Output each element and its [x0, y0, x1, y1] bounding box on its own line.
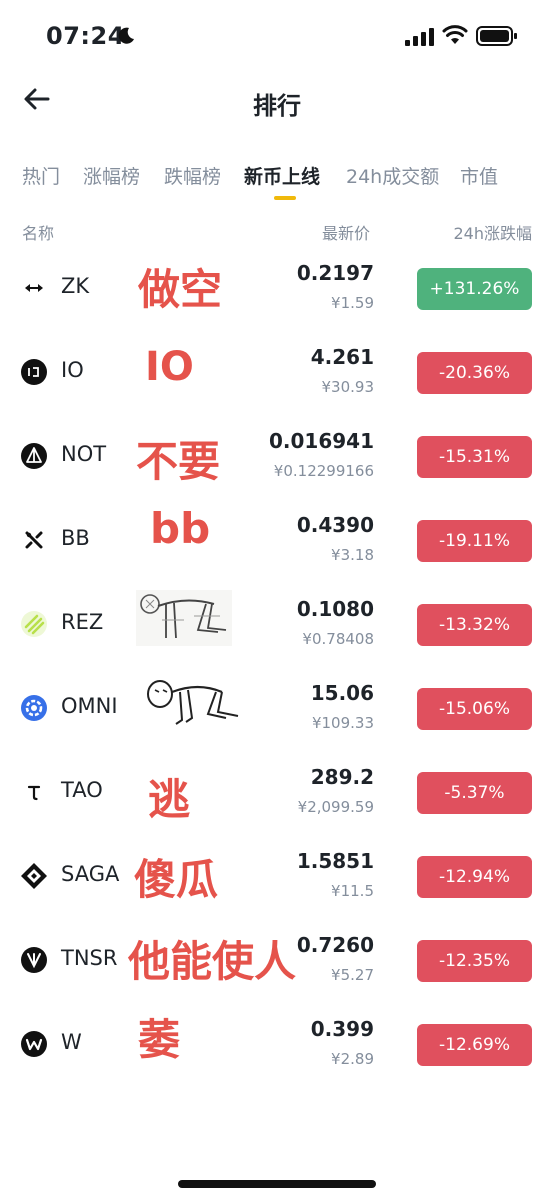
- nav-bar: 排行: [0, 70, 554, 130]
- annotation-io: IO: [145, 344, 194, 390]
- kneeling-figure-sketch-icon: [136, 590, 232, 646]
- column-header-change[interactable]: 24h涨跌幅: [453, 220, 532, 244]
- last-price: 0.1080: [296, 597, 374, 621]
- last-price: 15.06: [310, 681, 374, 705]
- annotation-escape: 逃: [148, 775, 191, 824]
- list-item-omni[interactable]: OMNI 15.06 ¥109.33 -15.06%: [0, 670, 554, 754]
- change-badge[interactable]: +131.26%: [417, 268, 532, 310]
- list-item-tao[interactable]: TAO 289.2 ¥2,099.59 -5.37%: [0, 754, 554, 838]
- change-badge[interactable]: -5.37%: [417, 772, 532, 814]
- list-item-not[interactable]: NOT 0.016941 ¥0.12299166 -15.31%: [0, 418, 554, 502]
- change-badge[interactable]: -12.35%: [417, 940, 532, 982]
- last-price: 0.016941: [268, 429, 374, 453]
- last-price: 0.399: [310, 1017, 374, 1041]
- tab-market-cap[interactable]: 市值: [460, 162, 498, 189]
- w-coin-icon: [21, 1031, 47, 1057]
- list-item-w[interactable]: W 0.399 ¥2.89 -12.69%: [0, 1006, 554, 1090]
- signal-icon: [405, 28, 434, 46]
- annotation-bb: bb: [150, 504, 211, 553]
- coin-symbol: TNSR: [61, 946, 118, 970]
- status-time: 07:24: [46, 22, 125, 50]
- annotation-short: 做空: [138, 265, 223, 314]
- tao-coin-icon: [27, 785, 41, 801]
- change-badge[interactable]: -12.94%: [417, 856, 532, 898]
- bb-coin-icon: [25, 531, 43, 549]
- column-header-price[interactable]: 最新价: [322, 220, 370, 244]
- page-title: 排行: [253, 92, 301, 120]
- coin-symbol: NOT: [61, 442, 107, 466]
- ranking-tabs: 热门 涨幅榜 跌幅榜 新币上线 24h成交额 市值: [0, 150, 554, 206]
- status-bar: 07:24: [0, 0, 554, 70]
- change-badge[interactable]: -19.11%: [417, 520, 532, 562]
- change-badge[interactable]: -15.06%: [417, 688, 532, 730]
- tab-new-listings[interactable]: 新币上线: [244, 162, 320, 189]
- price-cny: ¥0.78408: [302, 630, 374, 648]
- list-item-saga[interactable]: SAGA 1.5851 ¥11.5 -12.94%: [0, 838, 554, 922]
- coin-symbol: TAO: [61, 778, 103, 802]
- price-cny: ¥5.27: [331, 966, 374, 984]
- coin-symbol: BB: [61, 526, 90, 550]
- coin-symbol: REZ: [61, 610, 104, 634]
- last-price: 0.4390: [296, 513, 374, 537]
- price-cny: ¥2,099.59: [297, 798, 374, 816]
- annotation-wither: 萎: [138, 1015, 181, 1064]
- column-headers: 名称 最新价 24h涨跌幅: [0, 218, 554, 244]
- zk-coin-icon: [25, 284, 43, 292]
- list-item-zk[interactable]: ZK 0.2197 ¥1.59 +131.26%: [0, 250, 554, 334]
- crawling-figure-sketch-icon: [147, 680, 239, 725]
- wifi-icon: [442, 25, 468, 44]
- change-badge[interactable]: -20.36%: [417, 352, 532, 394]
- list-item-io[interactable]: IO 4.261 ¥30.93 -20.36%: [0, 334, 554, 418]
- column-header-name[interactable]: 名称: [22, 220, 54, 244]
- tab-24h-volume[interactable]: 24h成交额: [346, 162, 439, 189]
- price-cny: ¥30.93: [321, 378, 375, 396]
- list-item-rez[interactable]: REZ 0.1080 ¥0.78408 -13.32%: [0, 586, 554, 670]
- price-cny: ¥1.59: [331, 294, 374, 312]
- coin-symbol: SAGA: [61, 862, 120, 886]
- change-badge[interactable]: -12.69%: [417, 1024, 532, 1066]
- last-price: 1.5851: [296, 849, 374, 873]
- annotation-dont: 不要: [136, 437, 221, 486]
- last-price: 289.2: [310, 765, 374, 789]
- last-price: 4.261: [310, 345, 374, 369]
- coin-symbol: W: [61, 1030, 82, 1054]
- change-badge[interactable]: -15.31%: [417, 436, 532, 478]
- coin-symbol: IO: [61, 358, 84, 382]
- tab-hot[interactable]: 热门: [22, 162, 60, 189]
- price-cny: ¥3.18: [331, 546, 374, 564]
- tnsr-coin-icon: [21, 947, 47, 973]
- io-coin-icon: [21, 359, 47, 385]
- change-badge[interactable]: -13.32%: [417, 604, 532, 646]
- annotation-makes-people: 他能使人: [128, 937, 297, 986]
- price-cny: ¥2.89: [331, 1050, 374, 1068]
- annotation-fool: 傻瓜: [134, 855, 219, 904]
- active-tab-indicator: [274, 196, 296, 200]
- battery-icon: [476, 26, 517, 46]
- saga-coin-icon: [21, 863, 47, 889]
- omni-coin-icon: [21, 695, 47, 721]
- tab-losers[interactable]: 跌幅榜: [164, 162, 221, 189]
- list-item-bb[interactable]: BB 0.4390 ¥3.18 -19.11%: [0, 502, 554, 586]
- not-coin-icon: [21, 443, 47, 469]
- rez-coin-icon: [21, 611, 47, 637]
- last-price: 0.7260: [296, 933, 374, 957]
- moon-icon: [118, 27, 134, 44]
- coin-symbol: ZK: [61, 274, 90, 298]
- price-cny: ¥0.12299166: [273, 462, 374, 480]
- tab-gainers[interactable]: 涨幅榜: [83, 162, 140, 189]
- price-cny: ¥109.33: [311, 714, 374, 732]
- price-cny: ¥11.5: [331, 882, 374, 900]
- home-indicator: [178, 1180, 376, 1188]
- last-price: 0.2197: [296, 261, 374, 285]
- coin-symbol: OMNI: [61, 694, 118, 718]
